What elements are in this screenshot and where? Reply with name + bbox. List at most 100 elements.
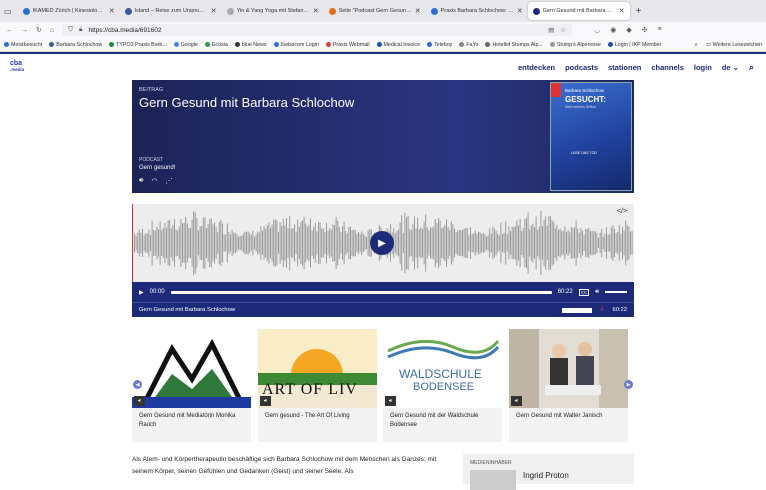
waveform-bar (551, 220, 553, 266)
lock-icon[interactable]: 🔒︎ (79, 26, 82, 34)
bookmark-item[interactable]: Praxis Webmail (325, 42, 370, 48)
sidebar-toggle-icon[interactable]: ▭ (4, 7, 12, 16)
waveform-bar (478, 231, 479, 255)
hero-kicker: BEITRAG (139, 87, 164, 93)
bookmark-item[interactable]: Meistbesucht (4, 42, 42, 48)
waveform-bar (542, 226, 543, 260)
close-tab-icon[interactable]: ✕ (211, 7, 217, 15)
bookmark-item[interactable]: FaYo (459, 42, 478, 48)
bookmark-item[interactable]: blue News (234, 42, 267, 48)
play-button-large[interactable]: ▶ (370, 231, 394, 255)
waveform-bar (626, 225, 628, 261)
bookmark-item[interactable]: Swisscom Login (273, 42, 319, 48)
waveform-bar (362, 233, 364, 253)
puzzle-icon[interactable]: ✣ (642, 26, 648, 34)
bookmark-item[interactable]: Teleboy (427, 42, 452, 48)
browser-tab[interactable]: Praxis Barbara Schlochow: Pub ✕ (426, 2, 528, 20)
speed-icon[interactable] (561, 307, 592, 313)
cba-logo[interactable]: cba .media (10, 60, 32, 73)
audio-badge-icon: 🔊︎ (134, 396, 145, 406)
waveform-bar (180, 218, 182, 268)
shield-icon[interactable]: ⛉ (68, 26, 73, 34)
reload-icon[interactable]: ↻ (36, 26, 42, 34)
nav-podcasts[interactable]: podcasts (565, 63, 598, 72)
waveform-bar (191, 219, 193, 267)
browser-tab[interactable]: Gern Gesund mit Barbara Schlo ✕ (527, 2, 630, 20)
bookmark-item[interactable]: Login | IKP Member (607, 42, 661, 48)
play-icon[interactable]: ▶ (139, 289, 144, 296)
waveform-bar (175, 229, 177, 257)
nav-entdecken[interactable]: entdecken (518, 63, 555, 72)
bookmarks-overflow-icon[interactable]: » (695, 42, 698, 48)
close-tab-icon[interactable]: ✕ (109, 7, 115, 15)
browser-tab[interactable]: Island – Reise zum Ursprung de ✕ (120, 2, 222, 20)
close-tab-icon[interactable]: ✕ (517, 7, 523, 15)
progress-bar[interactable] (170, 290, 552, 294)
tab-label: Gern Gesund mit Barbara Schlo (542, 8, 616, 14)
nav-login[interactable]: login (694, 63, 712, 72)
browser-tab[interactable]: Seite "Podcast Gern Gesund in ✕ (324, 2, 426, 20)
waveform-bar (518, 225, 519, 261)
related-card[interactable]: WALDSCHULE BODENSEE 🔊︎ Gern Gesund mit d… (383, 329, 502, 442)
waveform-bar (599, 232, 601, 254)
embed-code-icon[interactable]: </> (617, 208, 627, 215)
player-controls: ▶ 00:00 60:22 CC 🔊︎ (132, 282, 634, 302)
share-icon[interactable]: ⋰ (166, 177, 173, 185)
bookmark-folder-other[interactable]: ▭ Weitere Lesezeichen (706, 42, 762, 48)
related-card[interactable]: ART OF LIV 🔊︎ Gern gesund - The Art Of L… (258, 329, 377, 442)
close-tab-icon[interactable]: ✕ (415, 7, 421, 15)
download-icon[interactable]: ⇩ (600, 307, 605, 313)
url-text[interactable]: https://cba.media/691602 (88, 27, 542, 34)
account-icon[interactable]: ◉ (610, 26, 616, 34)
waveform-bar (623, 230, 625, 256)
audio-badge-icon: 🔊︎ (511, 396, 522, 406)
bookmark-item[interactable]: Google (173, 42, 198, 48)
waveform-bar (615, 233, 617, 253)
waveform-bar (401, 215, 403, 271)
bookmark-item[interactable]: Hotelkit Stumps Alp... (485, 42, 543, 48)
related-card[interactable]: 🔊︎ Gern Gesund mit Walter Janisch (509, 329, 628, 442)
search-icon[interactable]: ⌕ (749, 62, 754, 73)
forward-icon[interactable]: → (21, 27, 28, 34)
menu-icon[interactable]: ≡ (658, 26, 662, 34)
browser-tab[interactable]: IKAMED Zürich | Kinesiologie, 1: ✕ (18, 2, 120, 20)
bookmark-item[interactable]: Ecosia (204, 42, 228, 48)
bookmark-item[interactable]: Medical Invoice (376, 42, 420, 48)
nav-channels[interactable]: channels (651, 63, 684, 72)
nav-stationen[interactable]: stationen (608, 63, 641, 72)
rss-icon[interactable]: ◠ (151, 177, 157, 185)
home-icon[interactable]: ⌂ (50, 27, 54, 34)
bookmark-item[interactable]: TYPO3 Praxis Barb... (109, 42, 167, 48)
waveform-bar (287, 228, 289, 258)
volume-slider[interactable] (605, 291, 627, 293)
bookmark-item[interactable]: Stump's Alpenrose (549, 42, 601, 48)
subscribe-icon[interactable]: 🔊︎ (139, 177, 143, 185)
captions-button[interactable]: CC (578, 288, 590, 296)
close-tab-icon[interactable]: ✕ (619, 7, 625, 15)
language-selector[interactable]: de ⌄ (722, 63, 739, 72)
related-card[interactable]: 🔊︎ Gern Gesund mit Mediatorin Monika Rau… (132, 329, 251, 442)
waveform-bar (140, 232, 142, 254)
waveform-bar (146, 233, 148, 253)
pocket-icon[interactable]: ◡ (594, 26, 600, 34)
extension-icon[interactable]: ◆ (626, 26, 631, 34)
volume-icon[interactable]: 🔊︎ (595, 289, 599, 296)
waveform-bar (465, 227, 467, 259)
url-bar[interactable]: ⛉ 🔒︎ https://cba.media/691602 ▤ ☆ (62, 24, 573, 36)
media-owner-box: MEDIENINHABER Ingrid Proton (463, 454, 634, 490)
chevron-down-icon: ⌄ (732, 62, 739, 72)
carousel-prev-button[interactable]: ◀ (133, 380, 142, 389)
reader-view-icon[interactable]: ▤ (548, 26, 554, 34)
carousel-next-button[interactable]: ▶ (624, 380, 633, 389)
waldschule-thumbnail: WALDSCHULE BODENSEE 🔊︎ (383, 329, 502, 408)
new-tab-button[interactable]: + (630, 6, 648, 17)
browser-tab[interactable]: Yin & Yang Yoga mit Stefania Maria✕ (222, 2, 324, 20)
podcast-name-link[interactable]: Gern gesund! (139, 165, 175, 171)
waveform-bar (279, 222, 281, 264)
bookmark-item[interactable]: Barbara Schlochow (49, 42, 102, 48)
back-icon[interactable]: ← (6, 27, 13, 34)
browser-tab-bar: ▭ IKAMED Zürich | Kinesiologie, 1: ✕ Islan… (0, 0, 766, 22)
waveform-bar (402, 233, 404, 253)
bookmark-star-icon[interactable]: ☆ (560, 26, 566, 34)
close-tab-icon[interactable]: ✕ (313, 7, 319, 15)
